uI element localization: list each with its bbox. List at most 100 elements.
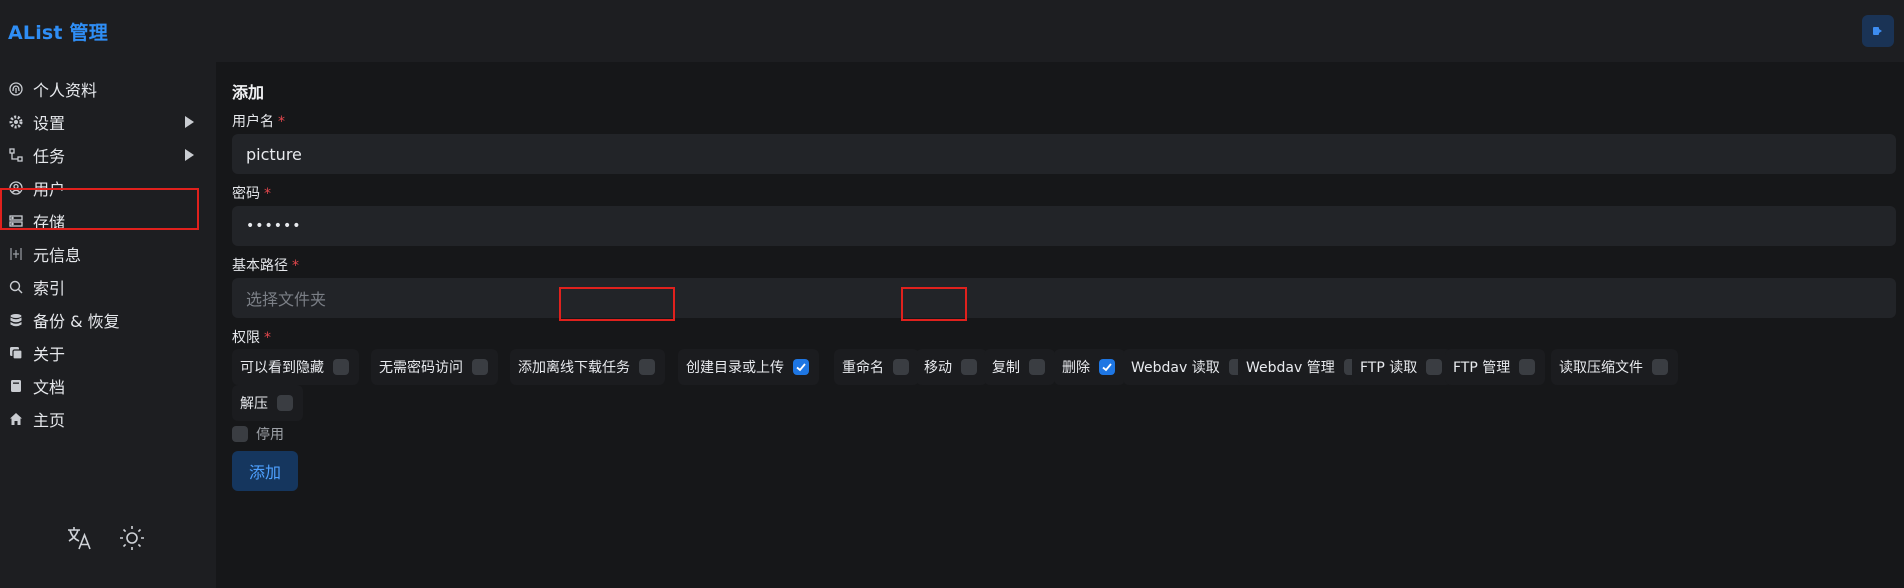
checkbox[interactable]: [639, 359, 655, 375]
search-icon: [8, 279, 24, 295]
perm-label: 添加离线下载任务: [518, 360, 630, 376]
check-icon: [1102, 363, 1112, 372]
checkbox[interactable]: [277, 395, 293, 411]
perm-label: 可以看到隐藏: [240, 360, 324, 376]
sidebar: 个人资料 设置 任务 用户 存储 元信息 索引 备份 & 恢复 关于 文档 主页: [0, 62, 216, 588]
page-title: 添加: [232, 83, 265, 102]
tasks-icon: [8, 147, 24, 163]
gear-icon: [8, 114, 24, 130]
checkbox[interactable]: [1519, 359, 1536, 375]
username-label-text: 用户名: [232, 114, 274, 130]
perm-see-hidden[interactable]: 可以看到隐藏: [232, 349, 359, 385]
perm-remove[interactable]: 删除: [1054, 349, 1125, 385]
sidebar-item-label: 存储: [33, 213, 66, 232]
sidebar-item-label: 元信息: [33, 246, 82, 265]
logout-button[interactable]: [1862, 15, 1894, 47]
checkbox[interactable]: [893, 359, 909, 375]
perm-label: 读取压缩文件: [1559, 360, 1643, 376]
password-input[interactable]: ••••••: [232, 206, 1896, 246]
sidebar-item-label: 设置: [33, 114, 66, 133]
book-icon: [8, 378, 24, 394]
checkbox[interactable]: [333, 359, 349, 375]
perm-label: 重命名: [842, 360, 884, 376]
perm-ftp-manage[interactable]: FTP 管理: [1445, 349, 1546, 385]
required-mark: *: [278, 114, 285, 130]
perm-read-archives[interactable]: 读取压缩文件: [1551, 349, 1678, 385]
perm-offline-download[interactable]: 添加离线下载任务: [510, 349, 665, 385]
required-mark: *: [264, 186, 271, 202]
username-input[interactable]: picture: [232, 134, 1896, 174]
checkbox-checked[interactable]: [1099, 359, 1115, 375]
logout-icon: [1873, 27, 1882, 35]
database-icon: [8, 312, 24, 328]
storage-icon: [8, 213, 24, 229]
checkbox[interactable]: [1029, 359, 1045, 375]
user-circle-icon: [8, 180, 24, 196]
perm-webdav-manage[interactable]: Webdav 管理: [1238, 349, 1370, 385]
checkbox[interactable]: [1652, 359, 1668, 375]
perm-label: 无需密码访问: [379, 360, 463, 376]
password-label-text: 密码: [232, 186, 260, 202]
check-icon: [796, 363, 806, 372]
base-path-placeholder: 选择文件夹: [246, 290, 327, 309]
sidebar-item-label: 用户: [33, 180, 66, 199]
sidebar-item-label: 备份 & 恢复: [33, 312, 120, 331]
theme-toggle-button[interactable]: [116, 522, 148, 554]
perm-ftp-read[interactable]: FTP 读取: [1352, 349, 1453, 385]
perm-label: 删除: [1062, 360, 1090, 376]
sidebar-item-label: 主页: [33, 411, 66, 430]
add-button[interactable]: 添加: [232, 451, 298, 491]
disable-label: 停用: [256, 427, 284, 443]
checkbox[interactable]: [232, 426, 248, 442]
copy-icon: [8, 345, 24, 361]
sidebar-item-label: 文档: [33, 378, 66, 397]
perm-copy[interactable]: 复制: [984, 349, 1055, 385]
sidebar-item-home[interactable]: 主页: [0, 399, 200, 439]
top-header: AList 管理: [0, 0, 1904, 62]
fingerprint-icon: [8, 81, 24, 97]
sidebar-item-label: 任务: [33, 147, 66, 166]
translate-icon: [68, 527, 91, 550]
metadata-icon: [8, 246, 24, 262]
app-title: AList 管理: [8, 21, 108, 44]
username-value: picture: [246, 144, 302, 164]
perm-label: 移动: [924, 360, 952, 376]
checkbox[interactable]: [961, 359, 977, 375]
caret-right-icon: [184, 146, 194, 165]
main-content: 添加 用户名 * picture 密码 * •••••• 基本路径 * 选择文件夹 权…: [216, 62, 1904, 588]
required-mark: *: [264, 330, 271, 346]
username-label: 用户名 *: [232, 111, 285, 131]
base-path-label: 基本路径 *: [232, 255, 299, 275]
password-value: ••••••: [246, 218, 302, 234]
language-button[interactable]: [64, 522, 96, 554]
perm-label: 复制: [992, 360, 1020, 376]
perm-access-without-password[interactable]: 无需密码访问: [371, 349, 498, 385]
password-label: 密码 *: [232, 183, 271, 203]
sidebar-item-label: 个人资料: [33, 81, 98, 100]
perm-label: 解压: [240, 396, 268, 412]
perm-move[interactable]: 移动: [916, 349, 987, 385]
sidebar-item-label: 索引: [33, 279, 66, 298]
caret-right-icon: [184, 113, 194, 132]
perm-label: FTP 读取: [1360, 360, 1418, 376]
required-mark: *: [292, 258, 299, 274]
perm-label: FTP 管理: [1453, 360, 1511, 376]
perm-label: Webdav 读取: [1131, 360, 1220, 376]
sidebar-footer: [64, 522, 148, 554]
checkbox[interactable]: [472, 359, 488, 375]
perm-label: Webdav 管理: [1246, 360, 1335, 376]
permissions-label-text: 权限: [232, 330, 260, 346]
perm-label: 创建目录或上传: [686, 360, 784, 376]
perm-rename[interactable]: 重命名: [834, 349, 919, 385]
permissions-label: 权限 *: [232, 327, 271, 347]
sidebar-item-label: 关于: [33, 345, 66, 364]
perm-decompress[interactable]: 解压: [232, 385, 303, 421]
home-icon: [8, 411, 24, 427]
perm-webdav-read[interactable]: Webdav 读取: [1123, 349, 1255, 385]
perm-make-dir-upload[interactable]: 创建目录或上传: [678, 349, 819, 385]
base-path-label-text: 基本路径: [232, 258, 288, 274]
base-path-input[interactable]: 选择文件夹: [232, 278, 1896, 318]
checkbox-checked[interactable]: [793, 359, 809, 375]
checkbox[interactable]: [1426, 359, 1443, 375]
disable-toggle[interactable]: 停用: [232, 424, 284, 444]
